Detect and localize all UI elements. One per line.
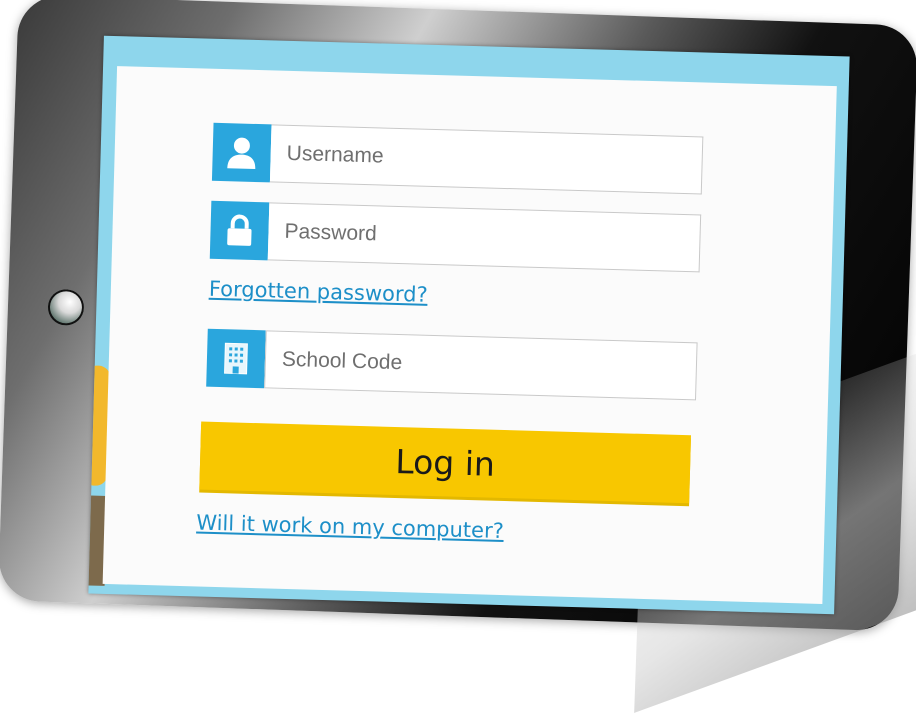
login-button[interactable]: Log in xyxy=(199,421,692,504)
username-input[interactable] xyxy=(284,140,702,179)
lock-icon xyxy=(209,200,270,261)
camera-icon xyxy=(47,288,85,326)
school-code-row xyxy=(206,328,698,401)
username-row xyxy=(211,122,704,195)
password-row xyxy=(209,200,702,273)
login-panel: Forgotten password? Log in Will it xyxy=(102,66,837,604)
forgot-password-link[interactable]: Forgotten password? xyxy=(209,277,428,307)
building-icon xyxy=(206,328,266,389)
tablet-screen: Forgotten password? Log in Will it xyxy=(88,35,850,615)
user-icon xyxy=(211,122,272,183)
username-field[interactable] xyxy=(269,124,704,195)
school-code-input[interactable] xyxy=(279,346,697,385)
password-field[interactable] xyxy=(267,202,702,273)
password-input[interactable] xyxy=(282,218,700,257)
compatibility-link[interactable]: Will it work on my computer? xyxy=(196,510,504,543)
school-code-field[interactable] xyxy=(264,330,698,401)
